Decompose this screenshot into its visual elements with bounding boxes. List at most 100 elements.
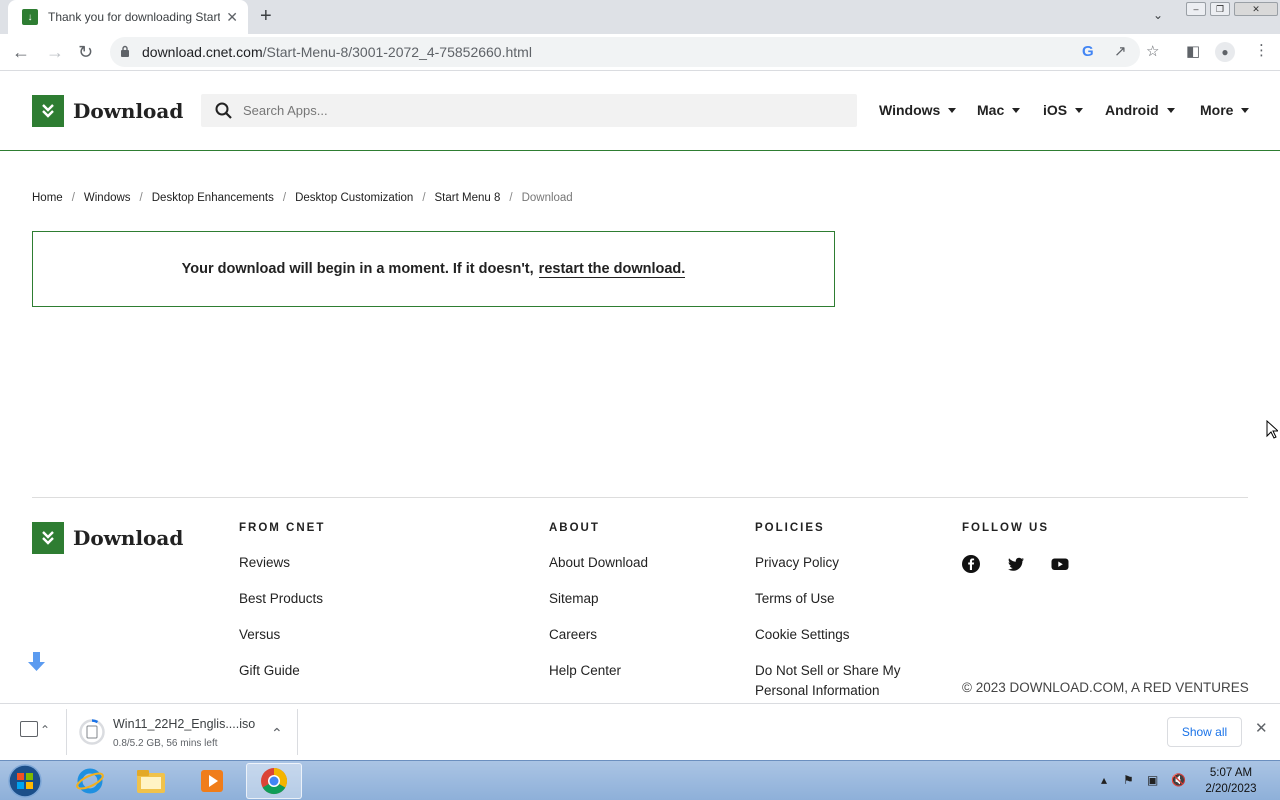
download-shelf: ⌃ Win11_22H2_Englis....iso 0.8/5.2 GB, 5… [0, 703, 1280, 760]
lock-icon [121, 45, 129, 57]
footer-link-terms-of-use[interactable]: Terms of Use [755, 589, 835, 609]
site-header: Download Windows Mac iOS Android More [0, 71, 1280, 151]
chevron-down-icon [1012, 107, 1021, 113]
download-options-chevron-icon[interactable]: ⌃ [271, 725, 283, 742]
facebook-icon[interactable] [962, 555, 980, 573]
mouse-cursor-icon [1266, 420, 1278, 439]
footer-link-versus[interactable]: Versus [239, 625, 280, 645]
nav-label: iOS [1043, 102, 1068, 118]
download-shelf-close-icon[interactable]: ✕ [1255, 721, 1268, 737]
taskbar-file-explorer-icon[interactable] [123, 763, 179, 799]
copyright-text: © 2023 DOWNLOAD.COM, A RED VENTURES [962, 680, 1249, 695]
youtube-icon[interactable] [1051, 555, 1069, 573]
chevron-down-icon [948, 107, 957, 113]
reload-icon[interactable]: ↻ [78, 42, 93, 62]
download-file-name: Win11_22H2_Englis....iso [113, 717, 256, 731]
browser-tab[interactable]: ↓ Thank you for downloading Start Menu 8… [8, 0, 248, 34]
system-clock[interactable]: 5:07 AM 2/20/2023 [1200, 765, 1262, 797]
breadcrumb: Home / Windows / Desktop Enhancements / Des… [32, 192, 573, 204]
breadcrumb-desktop-enhancements[interactable]: Desktop Enhancements [152, 192, 274, 204]
breadcrumb-start-menu-8[interactable]: Start Menu 8 [435, 192, 501, 204]
chevron-up-icon[interactable]: ⌃ [40, 723, 50, 737]
chevron-down-icon [1241, 107, 1250, 113]
download-notice: Your download will begin in a moment. If… [32, 231, 835, 307]
search-bar[interactable] [201, 94, 857, 127]
nav-label: Mac [977, 102, 1005, 118]
footer-link-careers[interactable]: Careers [549, 625, 597, 645]
share-icon[interactable]: ↗ [1114, 44, 1127, 60]
taskbar-internet-explorer-icon[interactable] [62, 763, 118, 799]
start-button-icon[interactable] [6, 763, 44, 799]
scroll-down-arrow-icon[interactable] [27, 651, 46, 672]
breadcrumb-separator: / [509, 192, 513, 204]
site-favicon-icon: ↓ [22, 9, 38, 25]
minimize-button[interactable]: – [1186, 2, 1206, 16]
search-icon [215, 102, 232, 119]
downloads-page-icon[interactable] [20, 721, 38, 737]
footer-heading-follow-us: FOLLOW US [962, 522, 1049, 534]
footer-heading-about: ABOUT [549, 522, 600, 534]
url-path: /Start-Menu-8/3001-2072_4-75852660.html [262, 44, 532, 60]
footer-link-about-download[interactable]: About Download [549, 553, 648, 573]
bookmark-star-icon[interactable]: ☆ [1146, 44, 1159, 60]
footer-link-privacy-policy[interactable]: Privacy Policy [755, 553, 839, 573]
back-icon[interactable]: ← [12, 42, 30, 62]
breadcrumb-home[interactable]: Home [32, 192, 63, 204]
footer-link-gift-guide[interactable]: Gift Guide [239, 661, 300, 681]
footer-download-logo-icon[interactable] [32, 522, 64, 554]
address-bar[interactable]: download.cnet.com/Start-Menu-8/3001-2072… [110, 37, 1159, 67]
search-input[interactable] [243, 94, 843, 127]
windows-taskbar: ▴ ⚑ ▣ 🔇 5:07 AM 2/20/2023 [0, 760, 1280, 800]
network-icon[interactable]: ▣ [1147, 773, 1158, 787]
footer-link-best-products[interactable]: Best Products [239, 589, 323, 609]
taskbar-media-player-icon[interactable] [184, 763, 240, 799]
nav-ios[interactable]: iOS [1043, 102, 1084, 118]
nav-more[interactable]: More [1200, 102, 1250, 118]
nav-label: Android [1105, 102, 1159, 118]
action-center-flag-icon[interactable]: ⚑ [1123, 773, 1134, 787]
nav-label: Windows [879, 102, 941, 118]
tab-search-icon[interactable]: ⌄ [1153, 8, 1163, 22]
download-item[interactable]: Win11_22H2_Englis....iso 0.8/5.2 GB, 56 … [66, 709, 298, 755]
volume-muted-icon[interactable]: 🔇 [1171, 773, 1186, 787]
tab-close-icon[interactable]: ✕ [226, 9, 238, 25]
window-close-button[interactable]: ✕ [1234, 2, 1278, 16]
footer-heading-from-cnet: FROM CNET [239, 522, 326, 534]
footer-heading-policies: POLICIES [755, 522, 825, 534]
google-icon[interactable]: G [1082, 44, 1094, 60]
nav-windows[interactable]: Windows [879, 102, 957, 118]
show-all-button[interactable]: Show all [1167, 717, 1242, 747]
forward-icon[interactable]: → [46, 42, 64, 62]
menu-kebab-icon[interactable]: ⋮ [1254, 43, 1269, 59]
footer-link-help-center[interactable]: Help Center [549, 661, 621, 681]
logo-wordmark[interactable]: Download [73, 99, 183, 123]
download-status: 0.8/5.2 GB, 56 mins left [113, 738, 218, 749]
breadcrumb-windows[interactable]: Windows [84, 192, 131, 204]
notice-text: Your download will begin in a moment. If… [181, 261, 534, 277]
footer-link-do-not-sell[interactable]: Do Not Sell or Share My Personal Informa… [755, 661, 925, 701]
tray-expand-icon[interactable]: ▴ [1101, 773, 1107, 787]
profile-avatar-icon[interactable]: ● [1215, 42, 1235, 62]
twitter-icon[interactable] [1007, 555, 1025, 573]
download-logo-icon[interactable] [32, 95, 64, 127]
footer-link-cookie-settings[interactable]: Cookie Settings [755, 625, 850, 645]
url-text: download.cnet.com/Start-Menu-8/3001-2072… [142, 44, 532, 60]
maximize-button[interactable]: ❐ [1210, 2, 1230, 16]
breadcrumb-separator: / [139, 192, 143, 204]
nav-android[interactable]: Android [1105, 102, 1175, 118]
side-panel-icon[interactable]: ◧ [1186, 44, 1200, 60]
taskbar-chrome-icon[interactable] [246, 763, 302, 799]
breadcrumb-separator: / [422, 192, 426, 204]
url-host: download.cnet.com [142, 44, 263, 60]
tab-title: Thank you for downloading Start Menu 8 [48, 10, 220, 24]
footer-link-reviews[interactable]: Reviews [239, 553, 290, 573]
new-tab-icon[interactable]: + [260, 6, 272, 26]
footer-link-sitemap[interactable]: Sitemap [549, 589, 599, 609]
restart-download-link[interactable]: restart the download. [538, 261, 686, 278]
footer-logo-wordmark[interactable]: Download [73, 526, 183, 550]
nav-mac[interactable]: Mac [977, 102, 1021, 118]
browser-toolbar: ← → ↻ download.cnet.com/Start-Menu-8/300… [0, 34, 1280, 71]
tab-strip: ↓ Thank you for downloading Start Menu 8… [0, 0, 1280, 34]
chevron-down-icon [1075, 107, 1084, 113]
breadcrumb-desktop-customization[interactable]: Desktop Customization [295, 192, 413, 204]
